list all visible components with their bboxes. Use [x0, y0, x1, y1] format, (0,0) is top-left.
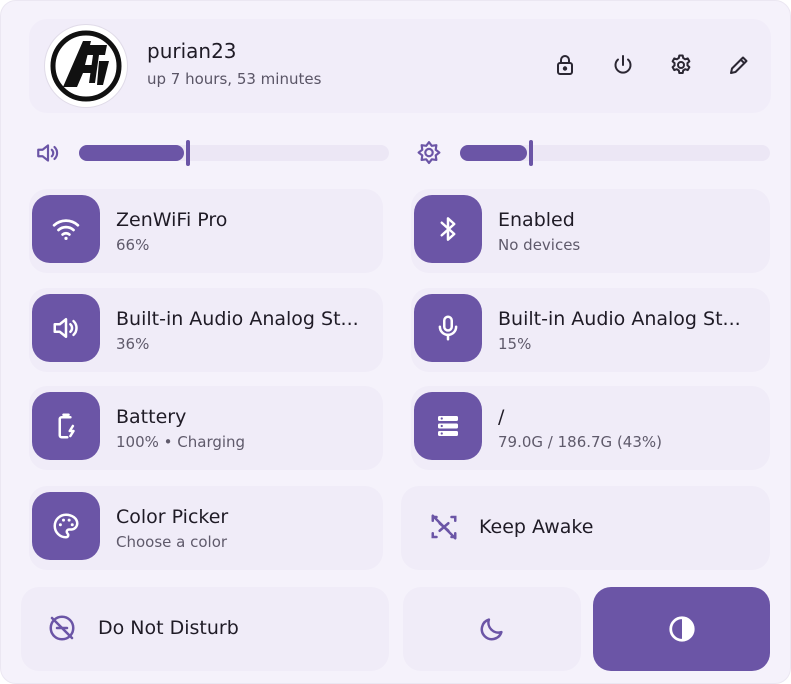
pencil-icon — [730, 56, 748, 74]
brightness-slider-fill — [460, 145, 527, 161]
brightness-slider-row — [414, 135, 770, 169]
speaker-icon — [32, 294, 100, 362]
brightness-icon[interactable] — [414, 138, 444, 168]
battery-title: Battery — [116, 406, 187, 428]
user-header: purian23 up 7 hours, 53 minutes — [29, 19, 771, 113]
audio-input-device: Built-in Audio Analog St... — [498, 308, 741, 330]
volume-slider-row — [33, 135, 389, 169]
power-icon — [614, 55, 632, 74]
brightness-slider-thumb[interactable] — [529, 140, 533, 166]
moon-icon — [480, 618, 503, 641]
audio-output-tile[interactable]: Built-in Audio Analog St... 36% — [29, 288, 383, 372]
color-picker-subtitle: Choose a color — [116, 533, 228, 551]
audio-input-tile[interactable]: Built-in Audio Analog St... 15% — [411, 288, 770, 372]
audio-output-volume: 36% — [116, 335, 150, 353]
do-not-disturb-off-icon — [45, 611, 79, 645]
storage-icon — [414, 392, 482, 460]
gear-icon — [671, 54, 691, 74]
lock-button[interactable] — [547, 47, 583, 83]
battery-charging-icon — [32, 392, 100, 460]
color-picker-title: Color Picker — [116, 506, 229, 528]
uptime-text: up 7 hours, 53 minutes — [147, 70, 322, 88]
brightness-slider[interactable] — [460, 140, 770, 166]
keep-awake-label: Keep Awake — [479, 516, 594, 538]
volume-slider-fill — [79, 145, 184, 161]
control-center-panel: purian23 up 7 hours, 53 minutes ZenWiFi … — [0, 0, 791, 684]
bluetooth-status: Enabled — [498, 209, 575, 231]
color-picker-tile[interactable]: Color Picker Choose a color — [29, 486, 383, 570]
settings-button[interactable] — [663, 47, 699, 83]
username: purian23 — [147, 39, 237, 63]
wifi-network-name: ZenWiFi Pro — [116, 209, 228, 231]
wifi-signal-strength: 66% — [116, 236, 150, 254]
edit-button[interactable] — [721, 47, 757, 83]
disk-usage-tile[interactable]: / 79.0G / 186.7G (43%) — [411, 386, 770, 470]
volume-slider-thumb[interactable] — [186, 140, 190, 166]
night-mode-toggle[interactable] — [403, 587, 581, 671]
bluetooth-icon — [414, 195, 482, 263]
palette-icon — [32, 492, 100, 560]
wifi-tile[interactable]: ZenWiFi Pro 66% — [29, 189, 383, 273]
volume-slider[interactable] — [79, 140, 389, 166]
lock-icon — [557, 55, 573, 75]
keep-awake-off-icon — [427, 510, 461, 544]
disk-usage-text: 79.0G / 186.7G (43%) — [498, 433, 662, 451]
battery-tile[interactable]: Battery 100% • Charging — [29, 386, 383, 470]
keep-awake-tile[interactable]: Keep Awake — [401, 486, 770, 570]
do-not-disturb-tile[interactable]: Do Not Disturb — [21, 587, 389, 671]
microphone-icon — [414, 294, 482, 362]
dark-mode-toggle[interactable] — [593, 587, 770, 671]
power-button[interactable] — [605, 47, 641, 83]
audio-input-volume: 15% — [498, 335, 532, 353]
audio-output-device: Built-in Audio Analog St... — [116, 308, 359, 330]
disk-mount-point: / — [498, 406, 505, 428]
bluetooth-devices: No devices — [498, 236, 581, 254]
wifi-icon — [32, 195, 100, 263]
do-not-disturb-label: Do Not Disturb — [98, 617, 239, 639]
avatar[interactable] — [45, 25, 127, 107]
avatar-logo-icon — [50, 30, 122, 102]
bluetooth-tile[interactable]: Enabled No devices — [411, 189, 770, 273]
contrast-icon — [668, 616, 695, 642]
battery-status: 100% • Charging — [116, 433, 246, 451]
volume-icon[interactable] — [33, 138, 63, 168]
